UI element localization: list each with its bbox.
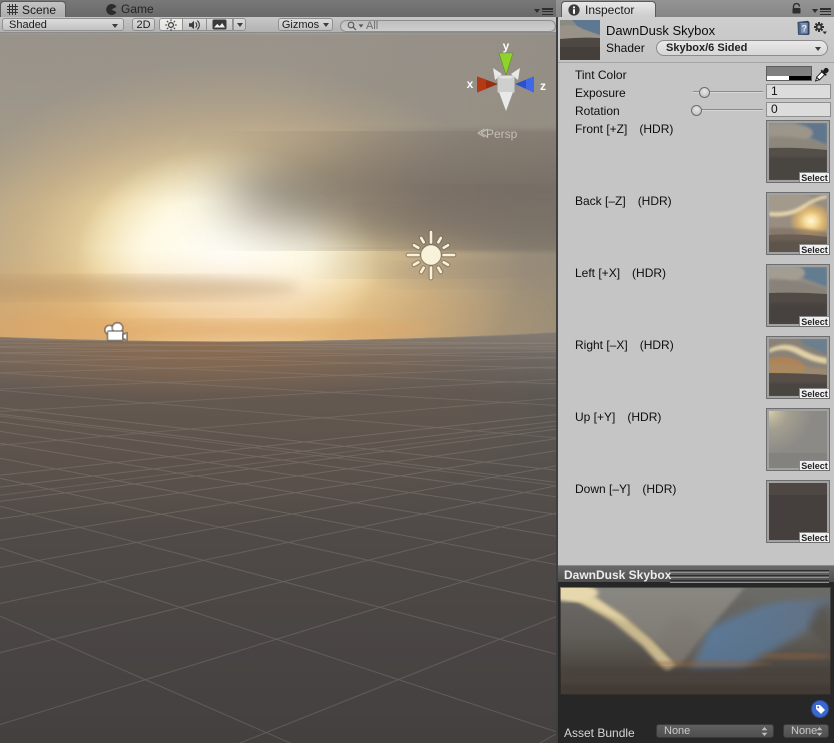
svg-text:?: ? xyxy=(802,23,808,33)
svg-text:Persp: Persp xyxy=(486,127,518,141)
svg-text:y: y xyxy=(503,39,510,53)
svg-text:x: x xyxy=(467,77,474,91)
svg-text:z: z xyxy=(540,79,546,93)
